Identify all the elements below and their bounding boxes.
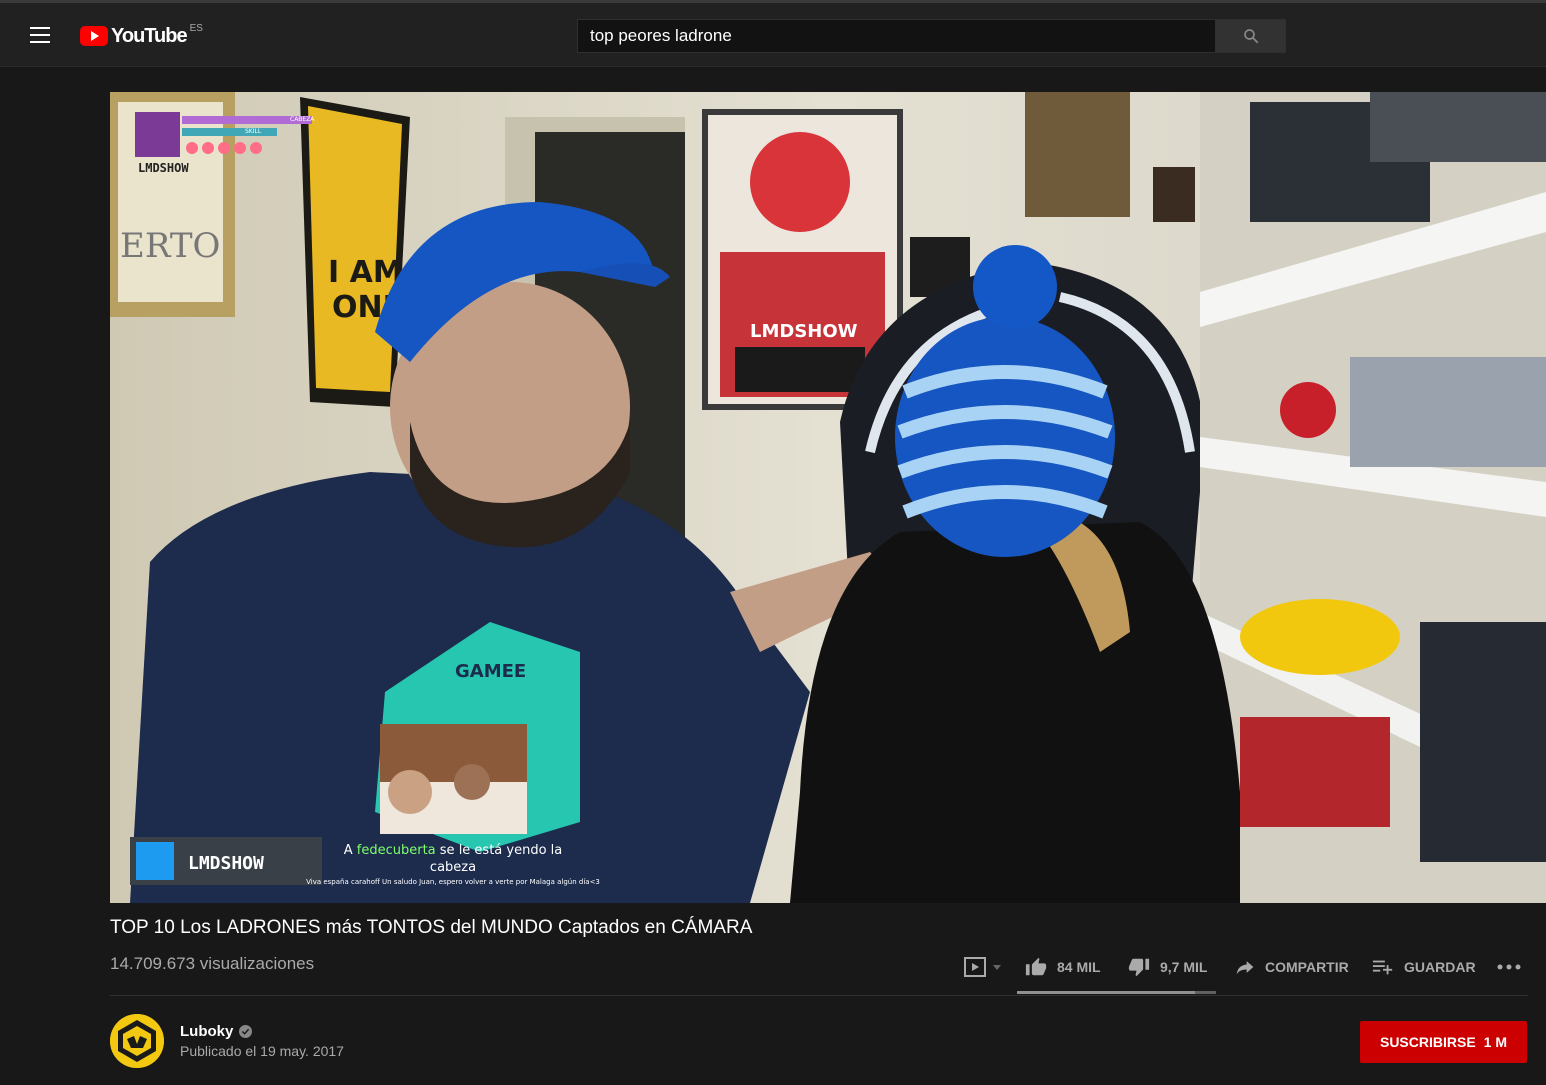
share-label: COMPARTIR — [1265, 959, 1349, 975]
logo-text: YouTube — [111, 24, 188, 47]
svg-text:ERTO: ERTO — [120, 226, 220, 266]
sentiment-bar — [1017, 991, 1216, 994]
search-input[interactable]: top peores ladrone — [577, 19, 1216, 53]
youtube-logo[interactable]: YouTube ES — [80, 21, 203, 51]
thumb-down-icon — [1128, 958, 1150, 977]
chat-prefix: A — [344, 843, 357, 858]
poster-text: LMDSHOW — [750, 321, 858, 342]
channel-avatar[interactable] — [110, 1014, 164, 1068]
chat-line1: se le está yendo la — [436, 843, 563, 858]
view-count: 14.709.673 visualizaciones — [110, 954, 315, 973]
video-frame: ERTO I AM T ONE LMDSHOW GAMEE CABEZA SKI… — [110, 92, 1546, 903]
chat-user: fedecuberta — [357, 843, 436, 858]
verified-icon — [239, 1025, 253, 1038]
add-to-playlist-button[interactable] — [963, 952, 1013, 982]
subscribe-button[interactable]: SUSCRIBIRSE 1 M — [1360, 1021, 1527, 1063]
dislike-count: 9,7 MIL — [1160, 959, 1208, 975]
channel-name-link[interactable]: Luboky — [180, 1023, 253, 1040]
sentiment-bar-fill — [1017, 991, 1196, 994]
publish-date: Publicado el 19 may. 2017 — [180, 1043, 344, 1059]
search-button[interactable] — [1215, 19, 1286, 53]
chat-line2: cabeza — [430, 860, 476, 875]
subscriber-count: 1 M — [1483, 1034, 1508, 1050]
more-icon — [1497, 964, 1521, 970]
masthead: YouTube ES top peores ladrone — [0, 3, 1546, 67]
country-code: ES — [189, 22, 203, 34]
thumb-up-icon — [1025, 957, 1047, 976]
video-title: TOP 10 Los LADRONES más TONTOS del MUNDO… — [110, 917, 753, 938]
save-button[interactable]: GUARDAR — [1372, 952, 1476, 982]
subscribe-label: SUSCRIBIRSE — [1379, 1034, 1476, 1050]
save-icon — [1372, 960, 1393, 975]
search-icon — [1243, 29, 1258, 44]
hud-bar1-label: CABEZA — [290, 116, 315, 123]
social-handle: LMDSHOW — [188, 853, 264, 874]
chat-message: A fedecuberta se le está yendo la — [344, 843, 563, 858]
like-count: 84 MIL — [1057, 959, 1101, 975]
video-player[interactable]: ERTO I AM T ONE LMDSHOW GAMEE CABEZA SKI… — [110, 92, 1546, 903]
channel-name: Luboky — [180, 1023, 234, 1040]
youtube-logo-icon — [80, 26, 108, 46]
chat-sub: Viva españa carahoff Un saludo Juan, esp… — [306, 878, 600, 886]
more-actions-button[interactable] — [1496, 952, 1532, 982]
share-button[interactable]: COMPARTIR — [1235, 952, 1349, 982]
share-icon — [1236, 961, 1254, 975]
channel-logo-icon — [110, 1014, 164, 1068]
dislike-button[interactable]: 9,7 MIL — [1128, 952, 1207, 982]
hud-name: LMDSHOW — [138, 161, 189, 175]
add-to-playlist-icon — [964, 957, 1001, 977]
svg-text:GAMEE: GAMEE — [455, 661, 526, 682]
divider — [110, 995, 1528, 996]
menu-icon[interactable] — [22, 21, 58, 49]
like-button[interactable]: 84 MIL — [1025, 952, 1101, 982]
hud-bar2-label: SKILL — [245, 128, 262, 135]
save-label: GUARDAR — [1404, 959, 1476, 975]
